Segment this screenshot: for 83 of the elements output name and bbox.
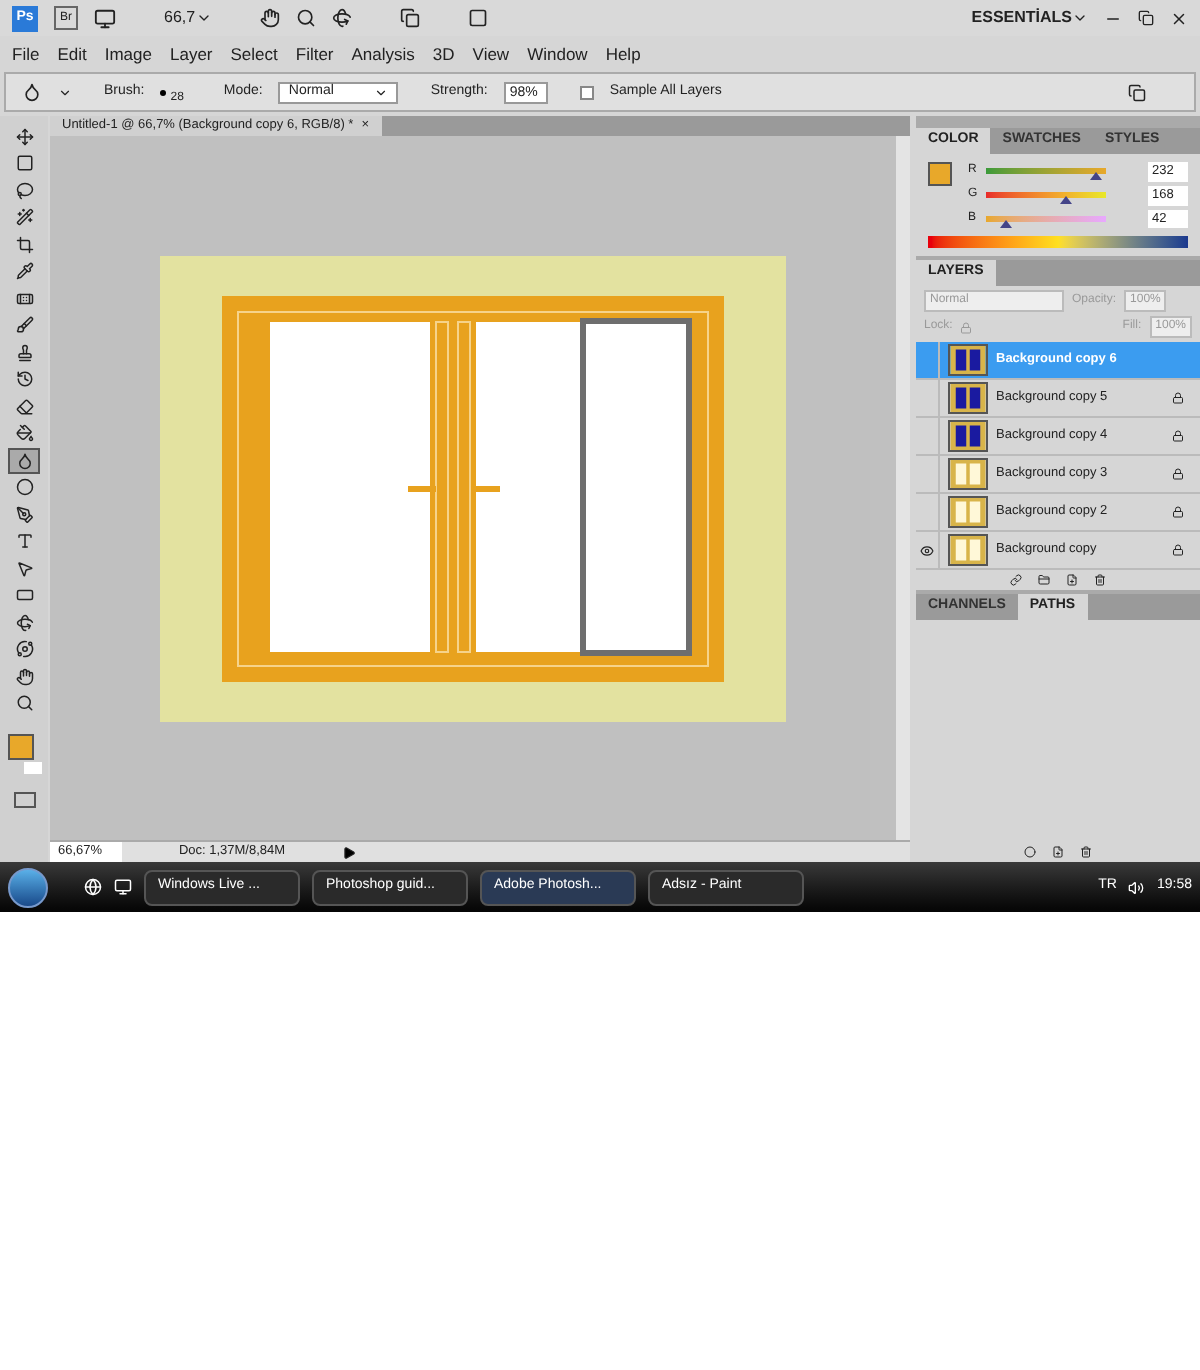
start-button[interactable] <box>8 867 48 907</box>
color-slider[interactable] <box>986 168 1106 175</box>
checkbox[interactable] <box>579 85 594 99</box>
menu-item[interactable]: Image <box>104 41 152 67</box>
hand-icon[interactable] <box>259 8 280 28</box>
menu-item[interactable]: Analysis <box>351 41 415 67</box>
trash-icon[interactable] <box>1094 574 1106 586</box>
search-icon <box>15 694 33 713</box>
circle-icon <box>15 478 33 497</box>
restore-icon[interactable] <box>1138 10 1154 26</box>
menu-item[interactable]: 3D <box>432 41 455 67</box>
move-icon <box>15 127 33 146</box>
menu-item[interactable]: Window <box>527 41 588 67</box>
quick-mask-icon[interactable] <box>13 792 35 808</box>
speaker-icon[interactable] <box>1128 879 1145 895</box>
stamp-icon <box>15 343 33 362</box>
zoom-dropdown[interactable]: 66,7 <box>164 6 212 30</box>
slider-thumb[interactable] <box>999 219 1012 228</box>
marquee-icon <box>15 154 33 173</box>
menu-item[interactable]: File <box>12 41 40 67</box>
background-swatch[interactable] <box>23 762 41 774</box>
menu-item[interactable]: Select <box>230 41 278 67</box>
monitor-icon[interactable] <box>114 878 132 896</box>
circle-icon[interactable] <box>1024 846 1036 858</box>
caret-icon <box>195 10 212 26</box>
menu-item[interactable]: Help <box>605 41 641 67</box>
close-icon[interactable] <box>1170 9 1188 27</box>
screen-frame-icon[interactable] <box>467 8 488 28</box>
brush-icon <box>15 316 33 335</box>
workspace-switcher[interactable]: ESSENTİALS <box>971 6 1088 30</box>
menu-item[interactable]: Edit <box>57 41 87 67</box>
slider-thumb[interactable] <box>1059 196 1072 205</box>
menu-item[interactable]: Layer <box>169 41 213 67</box>
panel-toggle-icon[interactable] <box>1128 83 1146 101</box>
bandage-icon <box>15 289 33 308</box>
pointer-icon <box>15 559 33 578</box>
rotate-3d-icon <box>15 613 33 632</box>
play-icon[interactable] <box>342 845 356 859</box>
rotate-view-icon[interactable] <box>331 8 352 28</box>
layer-thumbnail <box>948 534 988 566</box>
menu-item[interactable]: Filter <box>295 41 334 67</box>
paint-bucket-icon <box>15 424 33 443</box>
color-slider[interactable] <box>986 192 1106 199</box>
hand-icon <box>15 667 33 686</box>
screen-mode-icon[interactable] <box>94 7 116 29</box>
caret-icon <box>374 85 389 99</box>
trash-icon[interactable] <box>1080 846 1092 858</box>
layer-thumbnail <box>948 496 988 528</box>
layer-thumbnail <box>948 344 988 376</box>
new-layer-icon[interactable] <box>1066 574 1078 586</box>
orbit-icon <box>15 640 33 659</box>
link-icon[interactable] <box>1010 574 1022 586</box>
folder-icon[interactable] <box>1038 574 1050 586</box>
visibility-toggle[interactable] <box>916 532 940 568</box>
color-spectrum[interactable] <box>928 236 1188 248</box>
droplet-icon <box>15 451 33 470</box>
lasso-icon <box>15 181 33 200</box>
eyedropper-icon <box>15 262 33 281</box>
color-slider[interactable] <box>986 215 1106 222</box>
layer-thumbnail <box>948 458 988 490</box>
search-icon[interactable] <box>295 8 316 28</box>
caret-icon <box>1072 10 1088 26</box>
new-path-icon[interactable] <box>1052 846 1064 858</box>
foreground-color-swatch[interactable] <box>928 162 952 186</box>
caret-icon[interactable] <box>58 85 72 99</box>
foreground-swatch[interactable] <box>7 734 33 760</box>
slider-thumb[interactable] <box>1089 172 1102 181</box>
pen-icon <box>15 505 33 524</box>
menu-item[interactable]: View <box>472 41 510 67</box>
crop-icon <box>15 235 33 254</box>
arrange-icon[interactable] <box>399 8 420 28</box>
globe-icon[interactable] <box>84 878 102 896</box>
droplet-icon[interactable] <box>22 82 42 102</box>
eraser-icon <box>15 397 33 416</box>
vertical-scrollbar[interactable] <box>896 136 910 840</box>
type-icon <box>15 532 33 551</box>
rectangle-icon <box>15 586 33 605</box>
layer-thumbnail <box>948 420 988 452</box>
layer-thumbnail <box>948 382 988 414</box>
wand-icon <box>15 208 33 227</box>
history-brush-icon <box>15 370 33 389</box>
eye-icon <box>920 543 934 557</box>
tool-button[interactable] <box>8 448 40 473</box>
